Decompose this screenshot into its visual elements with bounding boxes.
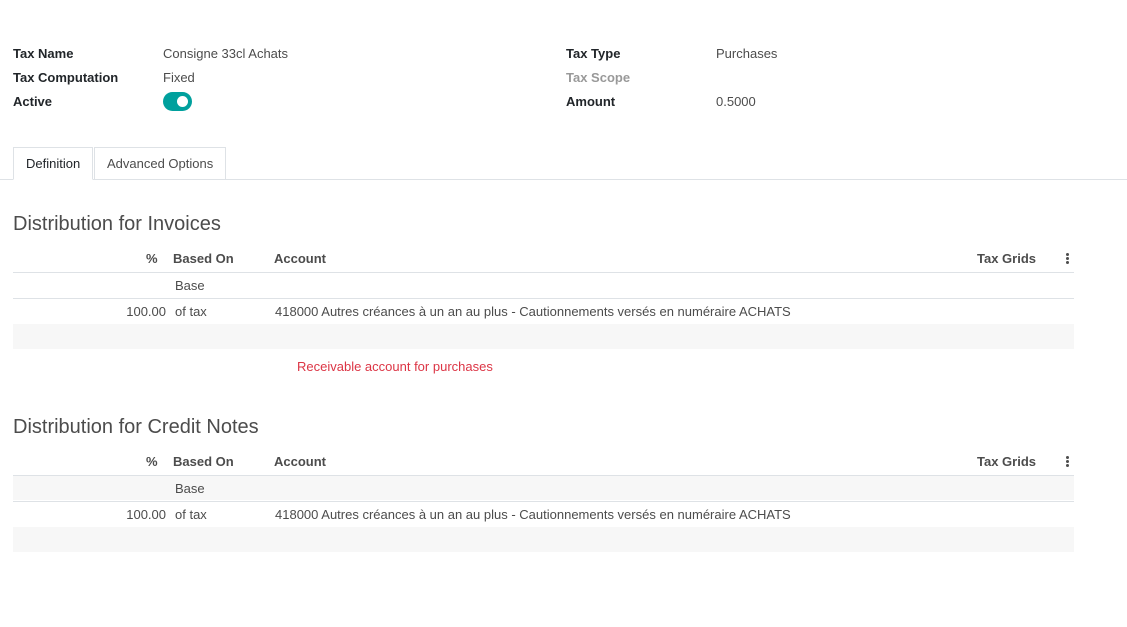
- invoices-col-percent[interactable]: %: [146, 251, 158, 266]
- header-stripe: [13, 475, 1074, 500]
- tab-definition[interactable]: Definition: [13, 147, 94, 180]
- row-divider: [13, 298, 1074, 299]
- tax-name-label: Tax Name: [13, 46, 74, 61]
- account-warning-text: Receivable account for purchases: [297, 359, 493, 374]
- empty-row: [13, 324, 1074, 349]
- row-divider: [13, 501, 1074, 502]
- tax-computation-label: Tax Computation: [13, 70, 119, 85]
- amount-field[interactable]: 0.5000: [716, 94, 756, 109]
- vertical-ellipsis-icon[interactable]: [1066, 456, 1070, 468]
- row-based-on: of tax: [175, 507, 207, 522]
- tax-scope-label: Tax Scope: [566, 70, 631, 85]
- row-percent: 100.00: [126, 304, 166, 319]
- invoices-col-tax-grids[interactable]: Tax Grids: [977, 251, 1036, 266]
- row-based-on: Base: [175, 278, 205, 293]
- credit-notes-col-account[interactable]: Account: [274, 454, 326, 469]
- toggle-knob: [177, 96, 188, 107]
- credit-notes-col-based-on[interactable]: Based On: [173, 454, 234, 469]
- invoices-header-divider: [13, 272, 1074, 273]
- invoices-col-based-on[interactable]: Based On: [173, 251, 234, 266]
- credit-notes-section-title: Distribution for Credit Notes: [13, 416, 259, 438]
- invoices-col-account[interactable]: Account: [274, 251, 326, 266]
- vertical-ellipsis-icon[interactable]: [1066, 253, 1070, 265]
- credit-notes-col-tax-grids[interactable]: Tax Grids: [977, 454, 1036, 469]
- tax-type-field[interactable]: Purchases: [716, 46, 777, 61]
- row-based-on: Base: [175, 481, 205, 496]
- row-based-on: of tax: [175, 304, 207, 319]
- empty-row: [13, 527, 1074, 552]
- row-account: 418000 Autres créances à un an au plus -…: [275, 507, 791, 522]
- tax-computation-field[interactable]: Fixed: [163, 70, 195, 85]
- row-percent: 100.00: [126, 507, 166, 522]
- active-toggle[interactable]: [163, 92, 192, 111]
- credit-notes-header-divider: [13, 475, 1074, 476]
- invoices-section-title: Distribution for Invoices: [13, 213, 221, 235]
- tax-name-field[interactable]: Consigne 33cl Achats: [163, 46, 288, 61]
- active-label: Active: [13, 94, 53, 109]
- tab-advanced-options[interactable]: Advanced Options: [94, 147, 227, 179]
- tax-type-label: Tax Type: [566, 46, 621, 61]
- row-account: 418000 Autres créances à un an au plus -…: [275, 304, 791, 319]
- amount-label: Amount: [566, 94, 616, 109]
- credit-notes-col-percent[interactable]: %: [146, 454, 158, 469]
